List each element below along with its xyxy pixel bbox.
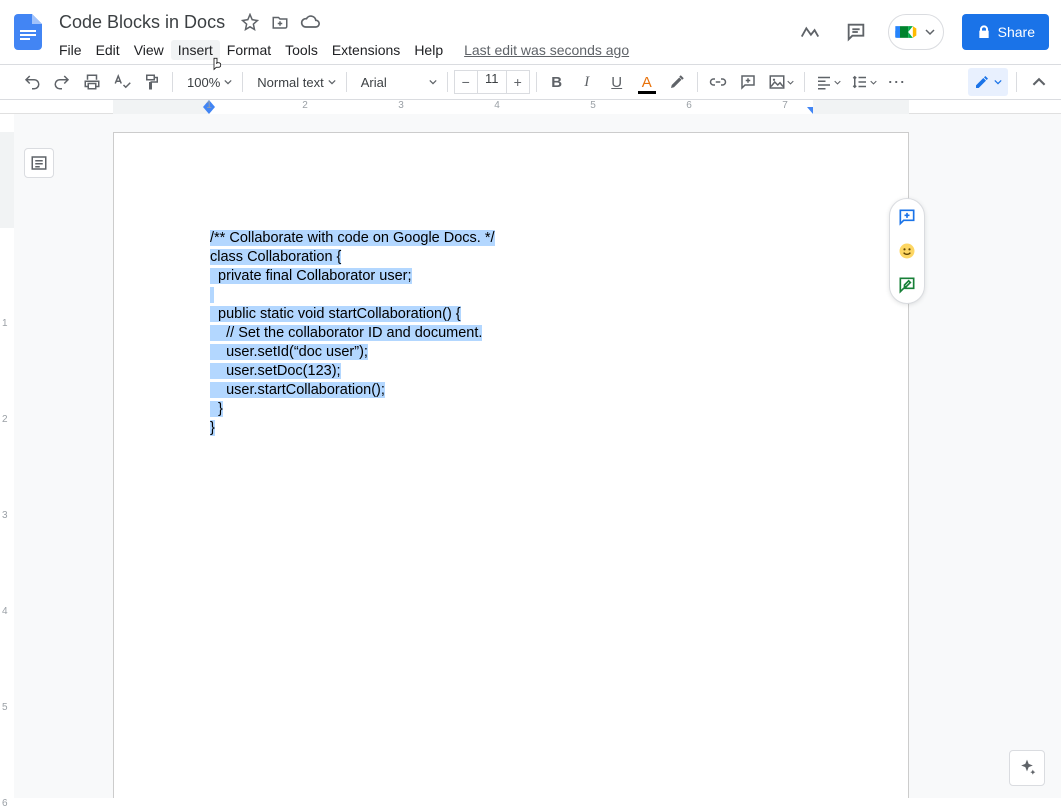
- meet-icon: [893, 18, 921, 46]
- separator: [697, 72, 698, 92]
- code-line[interactable]: // Set the collaborator ID and document.: [210, 324, 812, 343]
- code-line[interactable]: }: [210, 400, 812, 419]
- menu-insert[interactable]: Insert: [171, 40, 220, 60]
- page[interactable]: /** Collaborate with code on Google Docs…: [113, 132, 909, 798]
- horizontal-ruler[interactable]: 1 2 3 4 5 6 7: [113, 100, 909, 114]
- separator: [447, 72, 448, 92]
- code-line[interactable]: user.setId(“doc user”);: [210, 343, 812, 362]
- font-size-increase-button[interactable]: +: [506, 70, 530, 94]
- chevron-down-icon: [224, 78, 232, 86]
- add-comment-button[interactable]: [734, 68, 762, 96]
- separator: [1016, 72, 1017, 92]
- spellcheck-button[interactable]: [108, 68, 136, 96]
- paragraph-style-select[interactable]: Normal text: [249, 68, 339, 96]
- separator: [536, 72, 537, 92]
- line-spacing-button[interactable]: [847, 68, 881, 96]
- italic-button[interactable]: I: [573, 68, 601, 96]
- ruler-number: 4: [2, 606, 8, 617]
- right-indent-marker[interactable]: [807, 107, 819, 114]
- toolbar: 100% Normal text Arial − 11 + B I U A ⋯: [0, 64, 1061, 100]
- code-line[interactable]: }: [210, 419, 812, 438]
- chevron-down-icon: [925, 27, 935, 37]
- zoom-select[interactable]: 100%: [179, 68, 236, 96]
- code-line[interactable]: class Collaboration {: [210, 248, 812, 267]
- outline-button[interactable]: [24, 148, 54, 178]
- menu-edit[interactable]: Edit: [89, 40, 127, 60]
- menu-tools[interactable]: Tools: [278, 40, 325, 60]
- redo-button[interactable]: [48, 68, 76, 96]
- style-value: Normal text: [257, 75, 323, 90]
- activity-icon[interactable]: [796, 18, 824, 46]
- edit-mode-button[interactable]: [968, 68, 1008, 96]
- print-button[interactable]: [78, 68, 106, 96]
- more-button[interactable]: ⋯: [883, 68, 911, 96]
- ruler-number: 3: [2, 510, 8, 521]
- code-line[interactable]: private final Collaborator user;: [210, 267, 812, 286]
- meet-button[interactable]: [888, 14, 944, 50]
- text-color-button[interactable]: A: [633, 68, 661, 96]
- font-size-input[interactable]: 11: [478, 70, 506, 94]
- code-line[interactable]: /** Collaborate with code on Google Docs…: [210, 229, 812, 248]
- ruler-number: 3: [398, 100, 404, 111]
- explore-button[interactable]: [1009, 750, 1045, 786]
- ruler-number: 6: [2, 798, 8, 809]
- code-line[interactable]: user.setDoc(123);: [210, 362, 812, 381]
- ruler-number: 1: [2, 318, 8, 329]
- cloud-icon[interactable]: [298, 10, 322, 34]
- collapse-button[interactable]: [1025, 68, 1053, 96]
- menu-bar: FileEditViewInsertFormatToolsExtensionsH…: [52, 36, 629, 64]
- undo-button[interactable]: [18, 68, 46, 96]
- separator: [346, 72, 347, 92]
- add-comment-bubble-button[interactable]: [895, 205, 919, 229]
- emoji-reaction-button[interactable]: [895, 239, 919, 263]
- menu-file[interactable]: File: [52, 40, 89, 60]
- underline-button[interactable]: U: [603, 68, 631, 96]
- last-edit-link[interactable]: Last edit was seconds ago: [464, 42, 629, 58]
- code-line[interactable]: [210, 286, 812, 305]
- page-content[interactable]: /** Collaborate with code on Google Docs…: [210, 229, 812, 438]
- move-icon[interactable]: [268, 10, 292, 34]
- insert-image-button[interactable]: [764, 68, 798, 96]
- separator: [804, 72, 805, 92]
- ruler-number: 4: [494, 100, 500, 111]
- share-label: Share: [998, 24, 1035, 40]
- docs-logo[interactable]: [8, 12, 48, 52]
- ruler-number: 5: [590, 100, 596, 111]
- separator: [242, 72, 243, 92]
- side-action-bubble: [889, 198, 925, 304]
- ruler-number: 6: [686, 100, 692, 111]
- ruler-number: 7: [782, 100, 788, 111]
- ruler-number: 2: [2, 414, 8, 425]
- highlight-button[interactable]: [663, 68, 691, 96]
- ruler-number: 2: [302, 100, 308, 111]
- vertical-ruler[interactable]: 123456: [0, 114, 14, 798]
- zoom-value: 100%: [187, 75, 220, 90]
- ruler-number: 5: [2, 702, 8, 713]
- menu-view[interactable]: View: [127, 40, 171, 60]
- share-button[interactable]: Share: [962, 14, 1049, 50]
- code-line[interactable]: public static void startCollaboration() …: [210, 305, 812, 324]
- bold-button[interactable]: B: [543, 68, 571, 96]
- font-size-decrease-button[interactable]: −: [454, 70, 478, 94]
- separator: [172, 72, 173, 92]
- lock-icon: [976, 24, 992, 40]
- code-line[interactable]: user.startCollaboration();: [210, 381, 812, 400]
- comments-icon[interactable]: [842, 18, 870, 46]
- menu-format[interactable]: Format: [220, 40, 278, 60]
- suggest-edits-button[interactable]: [895, 273, 919, 297]
- star-icon[interactable]: [238, 10, 262, 34]
- font-value: Arial: [361, 75, 387, 90]
- menu-extensions[interactable]: Extensions: [325, 40, 407, 60]
- paint-format-button[interactable]: [138, 68, 166, 96]
- align-button[interactable]: [811, 68, 845, 96]
- doc-title[interactable]: Code Blocks in Docs: [52, 9, 232, 36]
- font-select[interactable]: Arial: [353, 68, 441, 96]
- menu-help[interactable]: Help: [407, 40, 450, 60]
- chevron-down-icon: [994, 78, 1002, 86]
- ruler-number: 1: [206, 100, 212, 111]
- pencil-icon: [974, 74, 990, 90]
- insert-link-button[interactable]: [704, 68, 732, 96]
